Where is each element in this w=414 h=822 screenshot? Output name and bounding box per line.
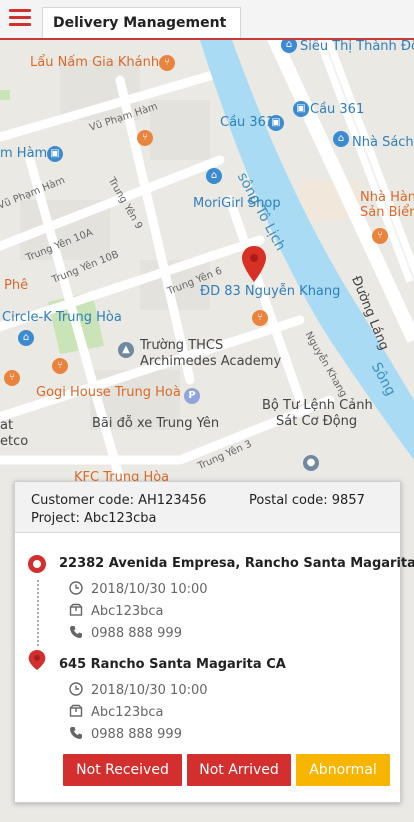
map-label-pham-ham: m Hàm [0,146,48,161]
not-received-button[interactable]: Not Received [63,754,182,786]
abnormal-button[interactable]: Abnormal [296,754,390,786]
shop-icon[interactable]: ⌂ [333,131,349,147]
shop-icon[interactable]: ⌂ [206,168,222,184]
delivery-detail-card: Customer code: AH123456 Postal code: 985… [14,481,414,803]
map-label-circlek: Circle-K Trung Hòa [2,310,122,325]
map-label-lau-nam: Lẩu Nấm Gia Khánh [30,55,160,70]
shop-icon[interactable]: ⌂ [18,330,34,346]
bus-stop-icon[interactable]: ▣ [293,101,309,117]
phone-icon [70,727,82,739]
postal-code: Postal code: 9857 [249,493,365,508]
map-label-truong: Trường THCS [140,338,224,353]
customer-code: Customer code: AH123456 [31,493,207,508]
dropoff-pin-icon [28,650,46,670]
dropoff-address: 645 Rancho Santa Magarita CA [59,657,286,672]
map-label-cau-361b: Cầu 361 [220,115,275,130]
pickup-package-row: Abc123bca [69,603,163,619]
map-label-sieu-thi: Siêu Thị Thành Đô [300,40,414,54]
pickup-package: Abc123bca [91,604,164,619]
pickup-datetime: 2018/10/30 10:00 [91,582,208,597]
map-label-nha-sach: Nhà Sách [352,135,414,150]
map-label-etco: etco [0,434,29,449]
top-bar: Delivery Management [0,0,414,40]
restaurant-icon[interactable]: ⑂ [372,228,388,244]
pickup-phone: 0988 888 999 [91,626,182,641]
map-pin-icon[interactable] [242,246,266,282]
not-arrived-button[interactable]: Not Arrived [187,754,291,786]
bus-stop-icon[interactable]: ▣ [268,115,284,131]
map-label-archimedes: Archimedes Academy [140,354,282,369]
package-icon [69,603,83,616]
bus-stop-icon[interactable]: ▣ [47,146,63,162]
map-label-sat-co-dong: Sát Cơ Động [276,414,358,429]
hamburger-icon[interactable] [9,9,31,27]
restaurant-icon[interactable]: ⑂ [137,130,153,146]
dropoff-phone: 0988 888 999 [91,727,182,742]
map-label-san-bien: Sản Biển [360,205,414,220]
phone-icon [70,626,82,638]
tab-delivery-management[interactable]: Delivery Management [42,7,242,38]
restaurant-icon[interactable]: ⑂ [159,55,175,71]
school-icon[interactable]: ▲ [118,342,134,358]
restaurant-icon[interactable]: ⑂ [52,358,68,374]
map-label-dd83: ĐD 83 Nguyễn Khang [200,284,341,299]
location-icon[interactable]: ● [303,455,319,471]
map-label-morigirl: MoriGirl Shop [193,196,281,211]
restaurant-icon[interactable]: ⑂ [4,370,20,386]
map-label-gogi: Gogi House Trung Hoà [36,385,181,400]
map-label-at: at [0,418,14,433]
pickup-phone-row: 0988 888 999 [69,625,182,641]
map-label-bai-do-xe: Bãi đỗ xe Trung Yên [92,416,220,431]
map-label-pho: Phê [4,278,29,293]
map-label-nha-hang: Nhà Hàn [360,190,414,205]
pickup-datetime-row: 2018/10/30 10:00 [69,581,208,597]
card-header: Customer code: AH123456 Postal code: 985… [15,482,400,533]
dropoff-datetime: 2018/10/30 10:00 [91,683,208,698]
clock-icon [69,581,83,595]
dropoff-phone-row: 0988 888 999 [69,726,182,742]
clock-icon [69,682,83,696]
pickup-address: 22382 Avenida Empresa, Rancho Santa Maga… [59,556,414,571]
dropoff-package-row: Abc123bca [69,704,163,720]
pickup-point-icon [28,555,46,573]
project-code: Project: Abc123cba [31,511,157,526]
package-icon [69,704,83,717]
restaurant-icon[interactable]: ⑂ [252,310,268,326]
map-label-cau-361: Cầu 361 [310,102,365,117]
route-connector [37,580,39,646]
dropoff-package: Abc123bca [91,705,164,720]
dropoff-datetime-row: 2018/10/30 10:00 [69,682,208,698]
map-label-bo-tu-lenh: Bộ Tư Lệnh Cảnh [262,398,373,413]
parking-icon[interactable]: P [184,388,200,404]
